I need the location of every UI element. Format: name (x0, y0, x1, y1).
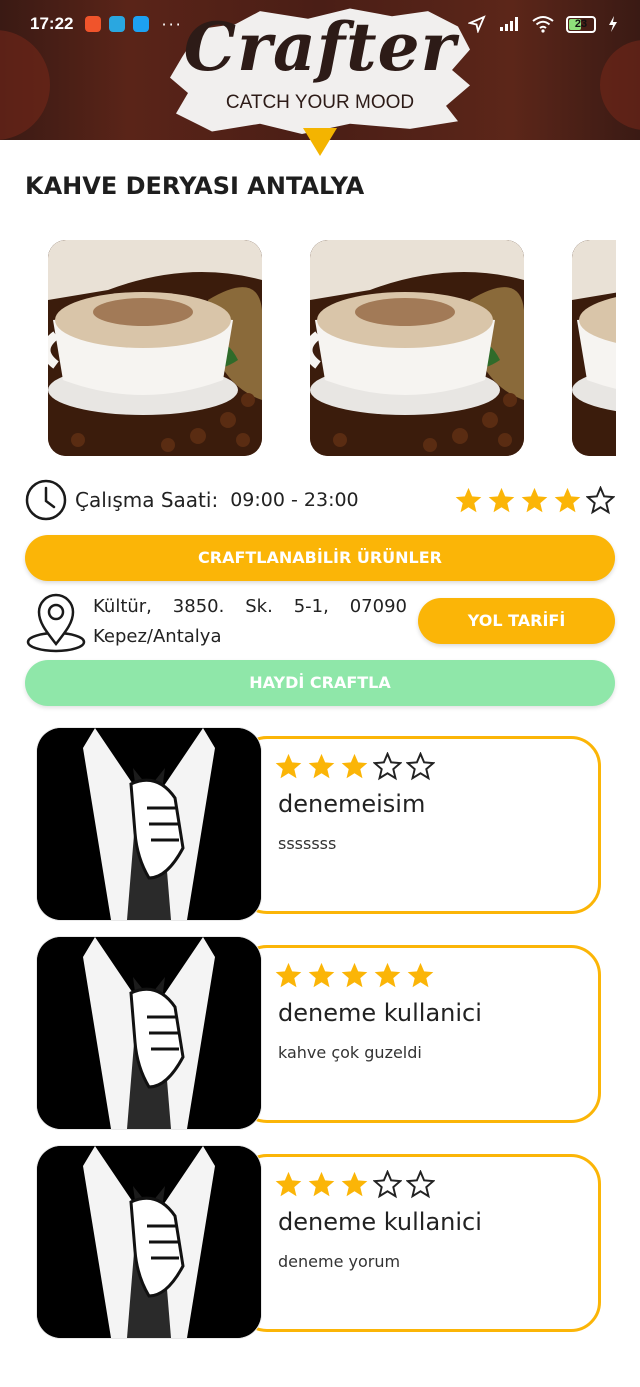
avatar (37, 1146, 261, 1338)
user-avatar-image (37, 1146, 261, 1338)
star-filled-icon (374, 962, 401, 988)
location-pin-icon (26, 593, 86, 653)
directions-button[interactable]: YOL TARİFİ (418, 598, 615, 644)
star-filled-icon (455, 487, 482, 512)
address-text: Kültür, 3850. Sk. 5-1, 07090 Kepez/Antal… (93, 596, 407, 647)
review-author: deneme kullanici (278, 1208, 482, 1236)
star-filled-icon (341, 753, 368, 779)
user-avatar-image (37, 937, 261, 1129)
star-outline-icon (406, 752, 435, 781)
location-arrow-icon (468, 15, 486, 33)
star-filled-icon (488, 487, 515, 512)
review-card: denemeisim sssssss (37, 728, 603, 920)
star-filled-icon (341, 1171, 368, 1197)
review-author: denemeisim (278, 790, 426, 818)
page-title: KAHVE DERYASI ANTALYA (25, 172, 365, 200)
craft-now-button[interactable]: HAYDİ CRAFTLA (25, 660, 615, 706)
review-card: deneme kullanici deneme yorum (37, 1146, 603, 1338)
battery-icon: 23 (566, 15, 596, 33)
review-comment: sssssss (278, 834, 337, 853)
gallery-photo[interactable] (310, 240, 524, 456)
review-rating (274, 1170, 435, 1199)
hours-value: 09:00 - 23:00 (230, 489, 359, 511)
star-outline-icon (373, 752, 402, 781)
review-rating (274, 752, 435, 781)
star-filled-icon (275, 753, 302, 779)
star-outline-icon (373, 1170, 402, 1199)
hours-label: Çalışma Saati: (75, 488, 219, 512)
star-filled-icon (275, 962, 302, 988)
status-indicators: 23 (468, 15, 618, 33)
user-avatar-image (37, 728, 261, 920)
avatar (37, 728, 261, 920)
gallery-photo[interactable] (48, 240, 262, 456)
signal-icon (500, 17, 518, 31)
telegram-icon (109, 16, 126, 32)
coffee-cup-image (48, 240, 262, 456)
place-rating (454, 485, 615, 515)
avatar (37, 937, 261, 1129)
star-filled-icon (521, 487, 548, 512)
review-card: deneme kullanici kahve çok guzeldi (37, 937, 603, 1129)
review-comment: kahve çok guzeldi (278, 1043, 422, 1062)
star-filled-icon (308, 962, 335, 988)
wifi-icon (532, 16, 554, 33)
twitter-icon (133, 16, 150, 32)
star-filled-icon (407, 962, 434, 988)
star-filled-icon (308, 1171, 335, 1197)
app-tagline: CATCH YOUR MOOD (225, 92, 415, 113)
star-outline-icon (586, 485, 615, 514)
star-filled-icon (308, 753, 335, 779)
craftable-products-button[interactable]: CRAFTLANABİLİR ÜRÜNLER (25, 535, 615, 581)
star-filled-icon (275, 1171, 302, 1197)
review-rating (274, 961, 435, 990)
charging-icon (609, 16, 617, 32)
star-outline-icon (406, 1170, 435, 1199)
coffee-cup-image (310, 240, 524, 456)
star-filled-icon (341, 962, 368, 988)
star-filled-icon (554, 487, 581, 512)
review-comment: deneme yorum (278, 1252, 401, 1271)
opening-hours-row: Çalışma Saati: 09:00 - 23:00 (25, 478, 615, 522)
status-bar: 17:22 ··· 23 (0, 0, 640, 48)
notification-app-icon (85, 16, 102, 32)
review-author: deneme kullanici (278, 999, 482, 1027)
gallery-photo[interactable] (572, 240, 616, 456)
app-header: 17:22 ··· 23 Crafter CATCH YOUR MOOD (0, 0, 640, 140)
photo-gallery[interactable] (0, 238, 616, 458)
coffee-cup-image (572, 240, 616, 456)
more-notifications-icon: ··· (161, 14, 183, 34)
status-time: 17:22 (30, 14, 74, 33)
header-arrow-icon (303, 128, 337, 156)
clock-icon (25, 479, 67, 521)
